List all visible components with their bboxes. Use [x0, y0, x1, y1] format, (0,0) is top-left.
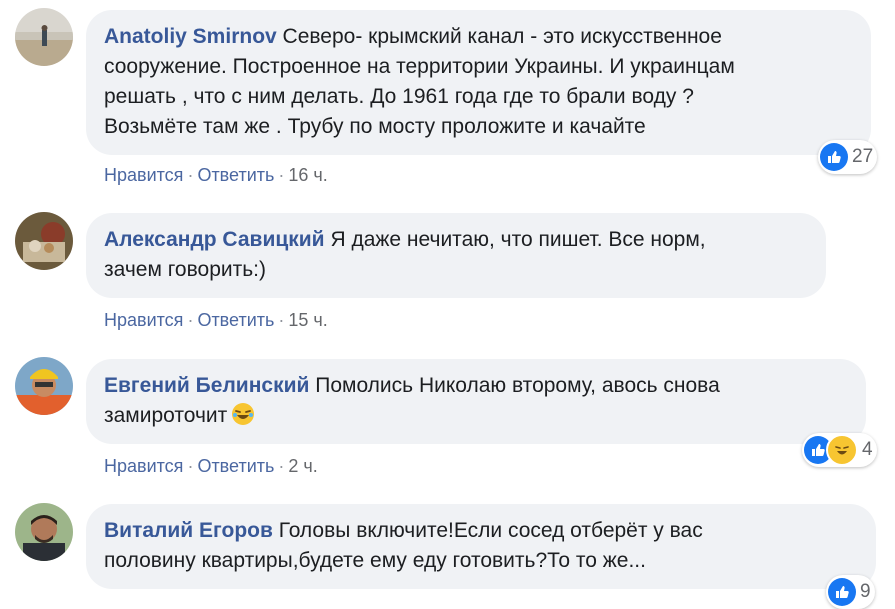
- comment-text-line: сооружение. Построенное на территории Ук…: [104, 55, 735, 78]
- comment-bubble: Виталий Егоров Головы включите!Если сосе…: [86, 504, 876, 589]
- separator-dot: ·: [278, 310, 285, 330]
- comment-timestamp[interactable]: 16 ч.: [288, 165, 327, 185]
- comment-text-line: Помолись Николаю второму, авось снова: [315, 374, 720, 397]
- separator-dot: ·: [187, 165, 194, 185]
- reaction-count: 27: [852, 146, 874, 167]
- comment-timestamp[interactable]: 2 ч.: [288, 456, 317, 476]
- comment-bubble: Anatoliy Smirnov Северо- крымский канал …: [86, 10, 871, 155]
- comment-author[interactable]: Anatoliy Smirnov: [104, 25, 277, 48]
- comment-text-line: решать , что с ним делать. До 1961 года …: [104, 85, 694, 108]
- comment-author[interactable]: Александр Савицкий: [104, 228, 325, 251]
- avatar[interactable]: [15, 8, 73, 66]
- laughing-face-emoji: [231, 402, 255, 426]
- like-link[interactable]: Нравится: [104, 456, 183, 476]
- haha-icon: [826, 434, 858, 466]
- avatar[interactable]: [15, 503, 73, 561]
- comment-text-line: Головы включите!Если сосед отберёт у вас: [278, 519, 703, 542]
- avatar[interactable]: [15, 357, 73, 415]
- comment-text-line: замироточит: [104, 404, 228, 427]
- reaction-count: 9: [860, 581, 871, 602]
- comment-bubble: Александр Савицкий Я даже нечитаю, что п…: [86, 213, 826, 298]
- comment-text-line: половину квартиры,будете ему еду готовит…: [104, 549, 646, 572]
- reaction-summary[interactable]: 27: [818, 140, 878, 174]
- comment-author[interactable]: Виталий Егоров: [104, 519, 273, 542]
- like-icon: [820, 143, 848, 171]
- comment-actions: Нравится · Ответить · 2 ч.: [104, 455, 318, 477]
- comment-actions: Нравится · Ответить · 16 ч.: [104, 164, 328, 186]
- reaction-summary[interactable]: 9: [826, 575, 875, 609]
- separator-dot: ·: [187, 456, 194, 476]
- separator-dot: ·: [187, 310, 194, 330]
- reply-link[interactable]: Ответить: [197, 310, 274, 330]
- like-icon: [828, 578, 856, 606]
- comment-author[interactable]: Евгений Белинский: [104, 374, 309, 397]
- comment-actions: Нравится · Ответить · 15 ч.: [104, 309, 328, 331]
- reaction-summary[interactable]: 4: [802, 433, 877, 467]
- avatar[interactable]: [15, 212, 73, 270]
- comment-bubble: Евгений Белинский Помолись Николаю второ…: [86, 359, 866, 444]
- comment-text-line: Я даже нечитаю, что пишет. Все норм,: [330, 228, 706, 251]
- like-link[interactable]: Нравится: [104, 310, 183, 330]
- separator-dot: ·: [278, 456, 285, 476]
- reaction-count: 4: [862, 439, 873, 460]
- comment-text-line: Возьмёте там же . Трубу по мосту проложи…: [104, 115, 646, 138]
- separator-dot: ·: [278, 165, 285, 185]
- comment-text-line: зачем говорить:): [104, 258, 267, 281]
- reply-link[interactable]: Ответить: [197, 165, 274, 185]
- comment-text-line: Северо- крымский канал - это искусственн…: [282, 25, 722, 48]
- comment-timestamp[interactable]: 15 ч.: [288, 310, 327, 330]
- reply-link[interactable]: Ответить: [197, 456, 274, 476]
- like-link[interactable]: Нравится: [104, 165, 183, 185]
